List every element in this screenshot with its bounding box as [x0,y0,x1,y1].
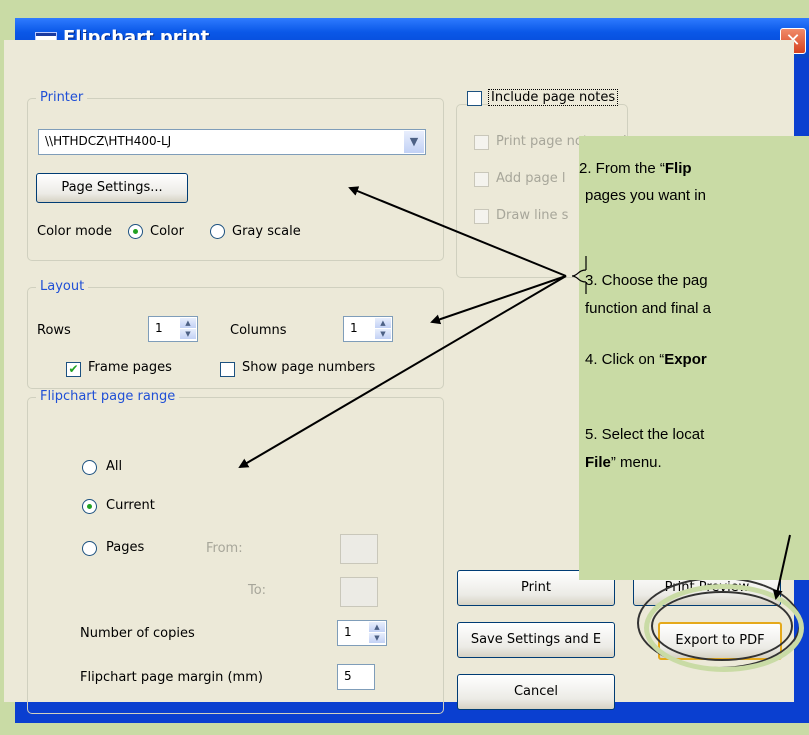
arrow-to-export-pdf [772,534,791,600]
arrow-to-page-range [238,275,567,469]
annotation-arrows [238,186,791,600]
arrow-to-page-settings [348,186,567,277]
brace-shape [571,256,587,294]
